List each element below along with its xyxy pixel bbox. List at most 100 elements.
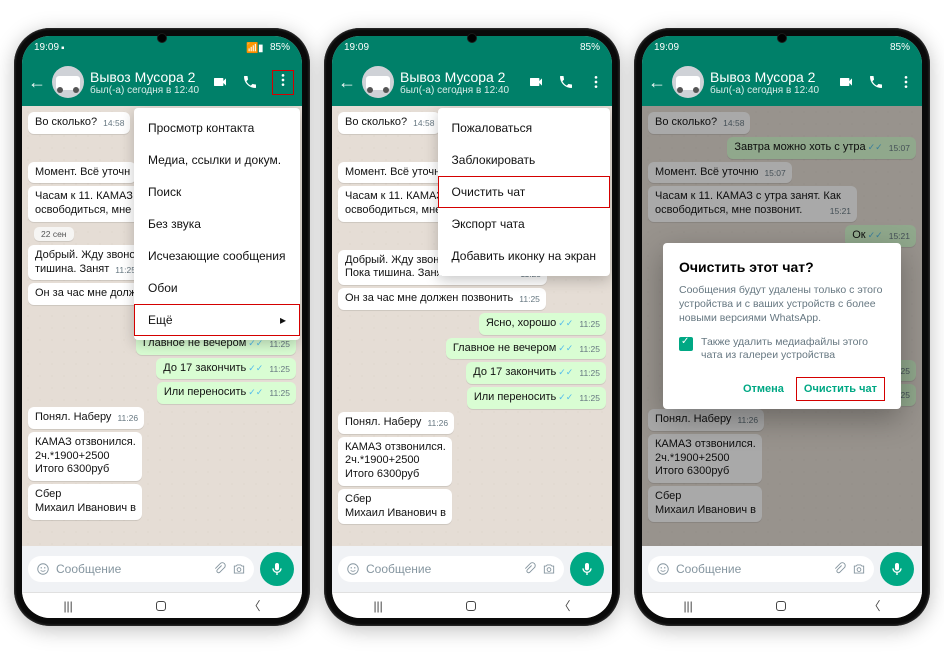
- msg-in[interactable]: Часам к 11. КАМАЗ с освободиться, мне п: [28, 186, 147, 222]
- msg-in[interactable]: Добрый. Жду звоно тишина. Занят11:25: [28, 245, 142, 281]
- dialog-title: Очистить этот чат?: [679, 259, 885, 275]
- checkbox-checked-icon[interactable]: [679, 337, 693, 351]
- camera-icon[interactable]: [852, 562, 866, 576]
- avatar[interactable]: [362, 66, 394, 98]
- mic-icon: [579, 561, 595, 577]
- chat-title-block[interactable]: Вывоз Мусора 2 был(-а) сегодня в 12:40: [710, 69, 832, 96]
- dialog-checkbox-row[interactable]: Также удалить медиафайлы этого чата из г…: [679, 336, 885, 363]
- menu-mute[interactable]: Без звука: [134, 208, 300, 240]
- more-options-button[interactable]: [272, 70, 294, 95]
- mic-button[interactable]: [880, 552, 914, 586]
- menu-clear-chat[interactable]: Очистить чат: [438, 176, 610, 208]
- wifi-icon: 📶: [246, 43, 255, 52]
- dialog-confirm-button[interactable]: Очистить чат: [796, 377, 885, 401]
- mic-button[interactable]: [570, 552, 604, 586]
- menu-block[interactable]: Заблокировать: [438, 144, 610, 176]
- composer: Сообщение: [642, 546, 922, 592]
- msg-in[interactable]: Момент. Всё уточн: [28, 162, 136, 184]
- chevron-right-icon: ▸: [280, 313, 286, 327]
- battery-text: 85%: [270, 42, 290, 53]
- msg-in[interactable]: Момент. Всё уточн: [338, 162, 446, 184]
- dialog-cancel-button[interactable]: Отмена: [735, 377, 792, 401]
- msg-out[interactable]: До 17 закончить11:25✓✓: [156, 358, 296, 380]
- camera-icon[interactable]: [542, 562, 556, 576]
- nav-back[interactable]: 〈: [249, 597, 261, 614]
- video-call-icon[interactable]: [838, 74, 854, 90]
- more-submenu: Пожаловаться Заблокировать Очистить чат …: [438, 108, 610, 276]
- camera-icon[interactable]: [232, 562, 246, 576]
- msg-in[interactable]: Во сколько?14:58: [28, 112, 130, 134]
- back-button[interactable]: ←: [648, 72, 666, 93]
- back-button[interactable]: ←: [338, 72, 356, 93]
- attach-icon[interactable]: [832, 562, 846, 576]
- msg-out[interactable]: Или переносить11:25✓✓: [157, 382, 296, 404]
- emoji-icon[interactable]: [36, 562, 50, 576]
- kebab-icon[interactable]: [588, 74, 604, 90]
- battery-text: 85%: [580, 42, 600, 53]
- back-button[interactable]: ←: [28, 72, 46, 93]
- menu-more[interactable]: Ещё▸: [134, 304, 300, 336]
- android-nav-bar: ||| 〈: [642, 592, 922, 618]
- menu-export[interactable]: Экспорт чата: [438, 208, 610, 240]
- android-nav-bar: ||| 〈: [22, 592, 302, 618]
- nav-home[interactable]: [466, 601, 476, 611]
- chat-header: ← Вывоз Мусора 2 был(-а) сегодня в 12:40: [332, 58, 612, 106]
- video-call-icon[interactable]: [212, 74, 228, 90]
- msg-in[interactable]: КАМАЗ отзвонился. 2ч.*1900+2500 Итого 63…: [28, 432, 142, 481]
- composer-placeholder: Сообщение: [676, 562, 826, 576]
- chat-title: Вывоз Мусора 2: [400, 69, 522, 85]
- msg-in[interactable]: Сбер Михаил Иванович в: [338, 489, 452, 525]
- menu-view-contact[interactable]: Просмотр контакта: [134, 112, 300, 144]
- msg-out[interactable]: Ясно, хорошо11:25✓✓: [479, 313, 606, 335]
- avatar[interactable]: [52, 66, 84, 98]
- emoji-icon[interactable]: [346, 562, 360, 576]
- nav-recent[interactable]: |||: [63, 599, 72, 613]
- chat-title-block[interactable]: Вывоз Мусора 2 был(-а) сегодня в 12:40: [400, 69, 522, 96]
- message-input[interactable]: Сообщение: [338, 556, 564, 582]
- msg-in[interactable]: КАМАЗ отзвонился. 2ч.*1900+2500 Итого 63…: [338, 437, 452, 486]
- msg-in[interactable]: Во сколько?14:58: [338, 112, 440, 134]
- msg-in[interactable]: Сбер Михаил Иванович в: [28, 484, 142, 520]
- nav-back[interactable]: 〈: [559, 597, 571, 614]
- signal-icon: ▮: [258, 43, 267, 52]
- menu-disappearing[interactable]: Исчезающие сообщения: [134, 240, 300, 272]
- message-input[interactable]: Сообщение: [648, 556, 874, 582]
- nav-home[interactable]: [156, 601, 166, 611]
- video-call-icon[interactable]: [528, 74, 544, 90]
- dialog-backdrop[interactable]: Очистить этот чат? Сообщения будут удале…: [642, 106, 922, 546]
- voice-call-icon[interactable]: [868, 74, 884, 90]
- chat-body: Во сколько?14:58 Завтр Момент. Всё уточн…: [332, 106, 612, 546]
- msg-out[interactable]: Главное не вечером11:25✓✓: [446, 338, 606, 360]
- emoji-icon[interactable]: [656, 562, 670, 576]
- voice-call-icon[interactable]: [558, 74, 574, 90]
- msg-in[interactable]: Он за час мне должен позвонить11:25: [338, 288, 546, 310]
- mic-button[interactable]: [260, 552, 294, 586]
- msg-out[interactable]: До 17 закончить11:25✓✓: [466, 362, 606, 384]
- android-nav-bar: ||| 〈: [332, 592, 612, 618]
- menu-search[interactable]: Поиск: [134, 176, 300, 208]
- menu-wallpaper[interactable]: Обои: [134, 272, 300, 304]
- menu-report[interactable]: Пожаловаться: [438, 112, 610, 144]
- kebab-icon: [275, 72, 291, 88]
- phone-1: 19:09 ▪ 📶 ▮ 85% ← Вывоз Мусора 2 был(-а)…: [14, 28, 310, 626]
- attach-icon[interactable]: [522, 562, 536, 576]
- chat-body: Во сколько?14:58 Завтра можно хоть с утр…: [642, 106, 922, 546]
- menu-add-shortcut[interactable]: Добавить иконку на экран: [438, 240, 610, 272]
- dialog-body: Сообщения будут удалены только с этого у…: [679, 283, 885, 326]
- nav-recent[interactable]: |||: [683, 599, 692, 613]
- menu-media[interactable]: Медиа, ссылки и докум.: [134, 144, 300, 176]
- msg-out[interactable]: Или переносить11:25✓✓: [467, 387, 606, 409]
- composer-placeholder: Сообщение: [56, 562, 206, 576]
- nav-home[interactable]: [776, 601, 786, 611]
- attach-icon[interactable]: [212, 562, 226, 576]
- nav-back[interactable]: 〈: [869, 597, 881, 614]
- voice-call-icon[interactable]: [242, 74, 258, 90]
- avatar[interactable]: [672, 66, 704, 98]
- nav-recent[interactable]: |||: [373, 599, 382, 613]
- front-camera: [467, 33, 477, 43]
- kebab-icon[interactable]: [898, 74, 914, 90]
- chat-title-block[interactable]: Вывоз Мусора 2 был(-а) сегодня в 12:40: [90, 69, 206, 96]
- msg-in[interactable]: Понял. Наберу11:26: [338, 412, 454, 434]
- msg-in[interactable]: Понял. Наберу11:26: [28, 407, 144, 429]
- message-input[interactable]: Сообщение: [28, 556, 254, 582]
